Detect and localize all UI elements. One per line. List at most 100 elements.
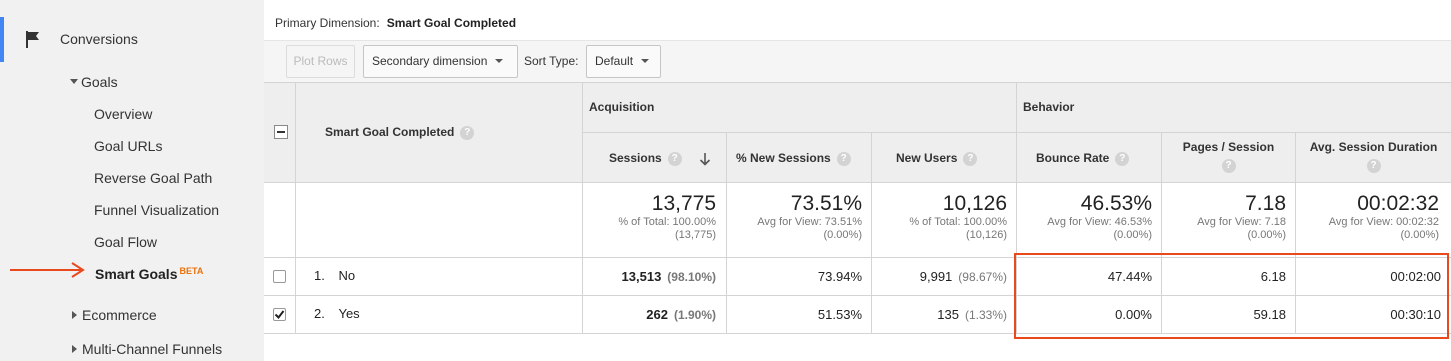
primary-dimension-label: Primary Dimension: <box>275 16 380 30</box>
total-value: 46.53% <box>1080 192 1152 215</box>
bounce-rate-header-label: Bounce Rate <box>1036 151 1110 165</box>
column-header-new-users[interactable]: New Users? <box>896 151 978 166</box>
chevron-down-icon <box>495 58 504 63</box>
column-header-sessions[interactable]: Sessions? <box>609 151 711 166</box>
total-new-sessions: 73.51% Avg for View: 73.51% (0.00%) <box>727 192 862 242</box>
total-sub: % of Total: 100.00% <box>909 216 1007 228</box>
help-icon[interactable]: ? <box>836 151 851 166</box>
checkmark-icon <box>274 310 285 320</box>
row-checkbox[interactable] <box>273 270 286 283</box>
sort-down-arrow-icon[interactable] <box>699 152 711 166</box>
total-new-users: 10,126 % of Total: 100.00% (10,126) <box>872 192 1007 242</box>
total-sessions: 13,775 % of Total: 100.00% (13,775) <box>583 192 716 242</box>
row-new-users-pct: (98.67%) <box>958 270 1007 284</box>
total-value: 00:02:32 <box>1357 192 1439 215</box>
total-sub: (0.00%) <box>1113 229 1152 241</box>
row-sessions: 13,513 (98.10%) <box>583 269 716 284</box>
sort-type-dropdown[interactable]: Default <box>586 45 661 78</box>
sidebar-item-smart-goals[interactable]: Smart Goals BETA <box>95 266 203 282</box>
sidebar-item-reverse-goal-path[interactable]: Reverse Goal Path <box>94 170 212 186</box>
help-icon[interactable]: ? <box>1366 158 1381 173</box>
row-label: 2. Yes <box>314 306 360 321</box>
secondary-dimension-label: Secondary dimension <box>372 54 488 68</box>
row-label: 1. No <box>314 268 355 283</box>
total-sub: (0.00%) <box>1247 229 1286 241</box>
dimension-header-label: Smart Goal Completed <box>325 125 455 139</box>
sessions-header-label: Sessions <box>609 151 662 165</box>
row-checkbox[interactable] <box>273 308 286 321</box>
row-dimension-value[interactable]: No <box>338 268 355 283</box>
help-icon[interactable]: ? <box>963 151 978 166</box>
total-sub: Avg for View: 46.53% <box>1047 216 1152 228</box>
sort-type-value: Default <box>595 54 634 68</box>
total-sub: (0.00%) <box>1400 229 1439 241</box>
select-all-checkbox[interactable] <box>274 125 288 139</box>
row-dimension-value[interactable]: Yes <box>338 306 359 321</box>
secondary-dimension-dropdown[interactable]: Secondary dimension <box>363 45 518 78</box>
sidebar-item-goal-flow[interactable]: Goal Flow <box>94 234 157 250</box>
sidebar-item-smart-goals-label: Smart Goals <box>95 266 178 282</box>
column-header-avg-duration[interactable]: Avg. Session Duration ? <box>1296 140 1451 173</box>
total-value: 13,775 <box>651 192 716 215</box>
row-new-users-value: 135 <box>937 307 959 322</box>
help-icon[interactable]: ? <box>1221 158 1236 173</box>
total-sub: (13,775) <box>675 229 716 241</box>
total-value: 10,126 <box>942 192 1007 215</box>
total-sub: Avg for View: 73.51% <box>757 216 862 228</box>
flag-icon <box>26 31 39 48</box>
row-new-users: 9,991 (98.67%) <box>872 269 1007 284</box>
sort-type-label: Sort Type: <box>524 54 579 68</box>
total-pages-session: 7.18 Avg for View: 7.18 (0.00%) <box>1162 192 1286 242</box>
new-users-header-label: New Users <box>896 151 958 165</box>
column-header-pages-session[interactable]: Pages / Session ? <box>1162 140 1295 173</box>
table-toolbar: Plot Rows Secondary dimension Sort Type:… <box>264 40 1451 82</box>
total-avg-duration: 00:02:32 Avg for View: 00:02:32 (0.00%) <box>1296 192 1439 242</box>
total-sub: (10,126) <box>966 229 1007 241</box>
sidebar-item-overview[interactable]: Overview <box>94 106 152 122</box>
row-index: 1. <box>314 268 325 283</box>
row-new-sessions: 51.53% <box>817 307 862 322</box>
caret-right-icon <box>72 345 77 354</box>
column-header-bounce-rate[interactable]: Bounce Rate? <box>1036 151 1130 166</box>
row-sessions-pct: (98.10%) <box>667 270 716 284</box>
total-sub: Avg for View: 7.18 <box>1197 216 1286 228</box>
row-new-sessions: 73.94% <box>817 269 862 284</box>
primary-dimension-value[interactable]: Smart Goal Completed <box>387 16 516 30</box>
active-section-indicator <box>0 17 4 62</box>
column-header-new-sessions[interactable]: % New Sessions? <box>736 151 851 166</box>
sidebar-item-conversions[interactable]: Conversions <box>60 31 138 47</box>
chevron-down-icon <box>641 58 650 63</box>
beta-badge: BETA <box>179 266 204 276</box>
row-index: 2. <box>314 306 325 321</box>
total-sub: Avg for View: 00:02:32 <box>1328 216 1439 228</box>
sidebar-item-goals-label: Goals <box>81 74 118 90</box>
highlight-box <box>1014 253 1449 339</box>
dimension-column-header[interactable]: Smart Goal Completed? <box>325 125 475 140</box>
total-bounce-rate: 46.53% Avg for View: 46.53% (0.00%) <box>1017 192 1152 242</box>
sidebar-item-goals[interactable]: Goals <box>70 74 118 90</box>
avg-duration-header-label: Avg. Session Duration <box>1309 140 1438 154</box>
caret-right-icon <box>72 311 77 320</box>
row-sessions-value: 262 <box>646 307 668 322</box>
sidebar-item-funnel-visualization[interactable]: Funnel Visualization <box>94 202 219 218</box>
primary-dimension: Primary Dimension: Smart Goal Completed <box>275 16 516 30</box>
row-sessions: 262 (1.90%) <box>583 307 716 322</box>
row-new-users-value: 9,991 <box>919 269 953 284</box>
new-sessions-header-label: % New Sessions <box>736 151 831 165</box>
sidebar-item-multichannel[interactable]: Multi-Channel Funnels <box>72 341 222 357</box>
help-icon[interactable]: ? <box>667 151 682 166</box>
sidebar-item-goal-urls[interactable]: Goal URLs <box>94 138 162 154</box>
behavior-group-header: Behavior <box>1023 100 1075 114</box>
sidebar-item-ecommerce[interactable]: Ecommerce <box>72 307 157 323</box>
sidebar: Conversions Goals Overview Goal URLs Rev… <box>0 0 264 361</box>
acquisition-group-header: Acquisition <box>589 100 655 114</box>
row-new-users: 135 (1.33%) <box>872 307 1007 322</box>
total-sub: (0.00%) <box>823 229 862 241</box>
help-icon[interactable]: ? <box>460 125 475 140</box>
total-value: 73.51% <box>790 192 862 215</box>
row-new-users-pct: (1.33%) <box>964 308 1007 322</box>
pages-session-header-label: Pages / Session <box>1182 140 1275 154</box>
arrow-right-icon <box>10 262 85 278</box>
plot-rows-button[interactable]: Plot Rows <box>286 45 355 78</box>
help-icon[interactable]: ? <box>1115 151 1130 166</box>
